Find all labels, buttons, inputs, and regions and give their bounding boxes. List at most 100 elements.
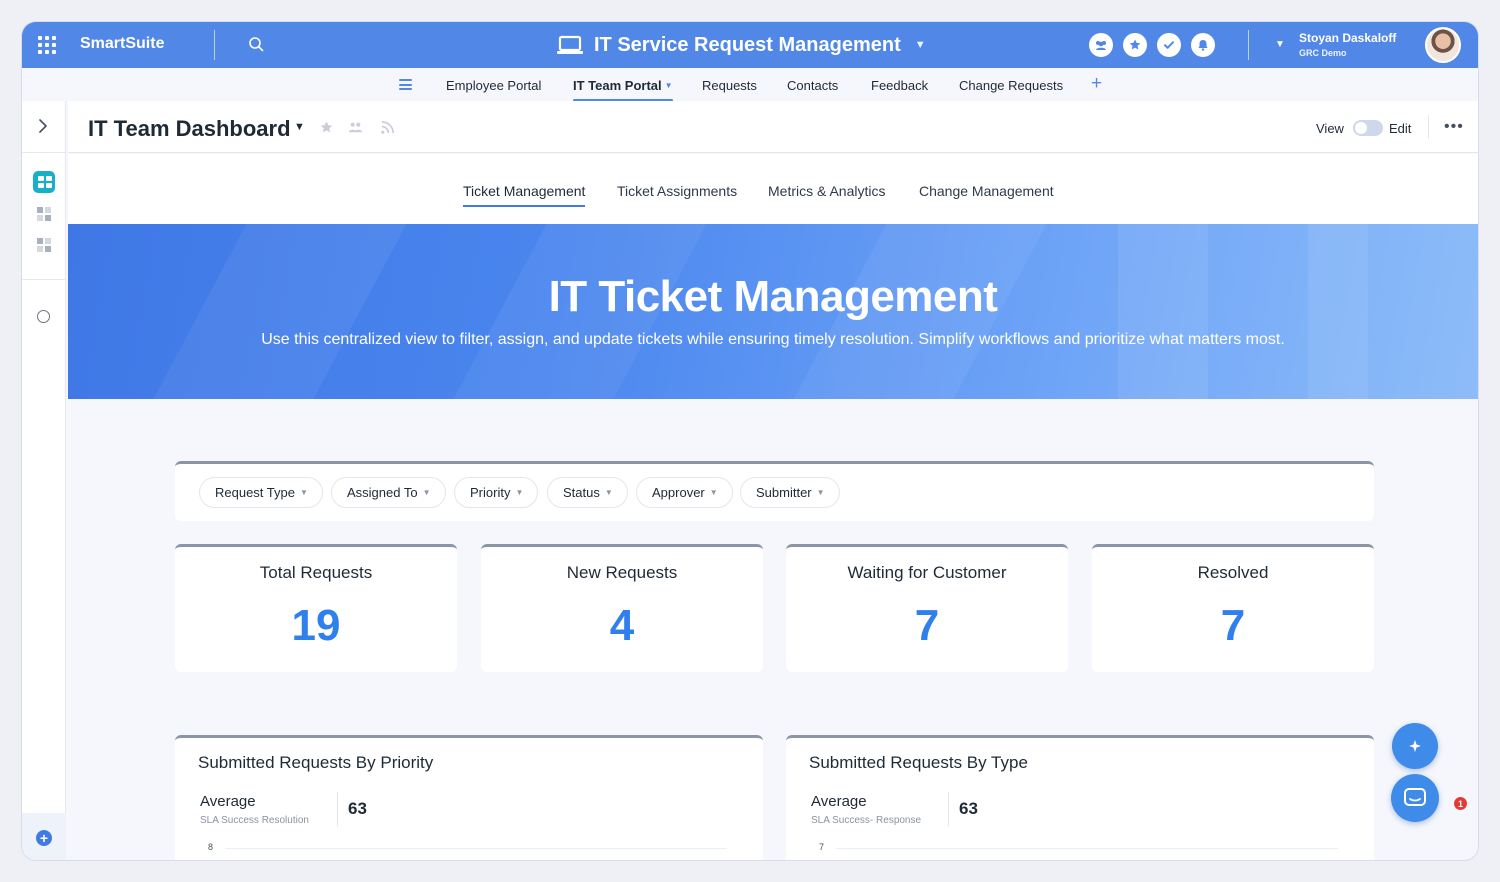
chart-gridline: [836, 848, 1338, 849]
average-label: Average: [811, 793, 867, 810]
tab-ticket-assignments[interactable]: Ticket Assignments: [617, 183, 737, 199]
search-icon[interactable]: [248, 36, 264, 52]
filter-approver[interactable]: Approver ▼: [636, 477, 733, 508]
stat-title: Resolved: [1197, 563, 1269, 582]
filter-status[interactable]: Status ▼: [547, 477, 628, 508]
page-title[interactable]: IT Team Dashboard: [88, 116, 291, 142]
tasks-check-icon[interactable]: [1157, 33, 1181, 57]
chart-card-by-type: Submitted Requests By Type Average SLA S…: [786, 735, 1374, 860]
app-window: SmartSuite IT Service Request Management…: [22, 22, 1478, 860]
chat-unread-badge: 1: [1453, 796, 1468, 811]
chevron-down-icon[interactable]: ▼: [915, 39, 926, 51]
chevron-down-icon: ▼: [515, 488, 524, 497]
brand-logo[interactable]: SmartSuite: [80, 35, 164, 53]
chart-gridline: [225, 848, 727, 849]
left-rail: +: [22, 101, 66, 860]
nav-change-requests[interactable]: Change Requests: [959, 78, 1063, 93]
stat-card-total-requests[interactable]: Total Requests 19: [175, 544, 457, 672]
average-value: 63: [959, 799, 978, 818]
nav-requests[interactable]: Requests: [702, 78, 757, 93]
favorites-icon[interactable]: [1123, 33, 1147, 57]
dashboard-icon[interactable]: [33, 171, 55, 193]
stat-card-new-requests[interactable]: New Requests 4: [481, 544, 763, 672]
user-menu-chevron-icon[interactable]: ▼: [1275, 39, 1285, 50]
banner-title: IT Ticket Management: [548, 272, 998, 321]
solution-nav: Employee Portal IT Team Portal ▼ Requests…: [22, 68, 1478, 102]
stat-value: 7: [1220, 601, 1246, 650]
star-icon[interactable]: [319, 120, 334, 135]
chart-title: Submitted Requests By Type: [809, 753, 1028, 772]
stat-value: 7: [914, 601, 940, 650]
members-icon[interactable]: [1089, 33, 1113, 57]
chevron-right-icon[interactable]: [38, 119, 48, 133]
tab-metrics-analytics[interactable]: Metrics & Analytics: [768, 183, 885, 199]
stat-title: Total Requests: [259, 563, 373, 582]
top-bar: SmartSuite IT Service Request Management…: [22, 22, 1478, 68]
average-label: Average: [200, 793, 256, 810]
chevron-down-icon: ▼: [664, 81, 673, 90]
nav-employee-portal[interactable]: Employee Portal: [446, 78, 541, 93]
average-metric-name: SLA Success Resolution: [200, 815, 309, 826]
filter-priority[interactable]: Priority ▼: [454, 477, 539, 508]
dashboard-page-icon[interactable]: [37, 207, 51, 221]
filter-label: Submitter: [756, 485, 812, 500]
notifications-bell-icon[interactable]: [1191, 33, 1215, 57]
workspace-name[interactable]: GRC Demo: [1299, 48, 1347, 58]
stat-title: Waiting for Customer: [847, 563, 1007, 582]
divider: [22, 279, 66, 280]
chevron-down-icon: ▼: [709, 488, 718, 497]
divider: [1248, 30, 1249, 60]
laptop-icon: [557, 35, 583, 54]
solution-title-text: IT Service Request Management: [594, 33, 901, 56]
stat-title: New Requests: [566, 563, 678, 582]
solution-title[interactable]: IT Service Request Management ▼: [556, 32, 926, 58]
more-options-icon[interactable]: •••: [1444, 118, 1464, 136]
tab-ticket-management[interactable]: Ticket Management: [463, 183, 586, 207]
dashboard-header: IT Team Dashboard ▼ View Edit •••: [68, 101, 1478, 153]
nav-it-team-portal-label: IT Team Portal: [573, 78, 662, 93]
stat-value: 19: [291, 601, 341, 650]
ai-assistant-button[interactable]: [1392, 723, 1438, 769]
hamburger-menu-icon[interactable]: [399, 79, 412, 90]
rail-footer: +: [22, 813, 66, 860]
nav-it-team-portal[interactable]: IT Team Portal ▼: [573, 78, 673, 102]
stat-card-waiting-for-customer[interactable]: Waiting for Customer 7: [786, 544, 1068, 672]
nav-feedback[interactable]: Feedback: [871, 78, 928, 93]
divider: [214, 30, 215, 60]
add-plus-icon[interactable]: +: [36, 830, 52, 846]
filter-assigned-to[interactable]: Assigned To ▼: [331, 477, 446, 508]
app-grid-icon[interactable]: [38, 36, 56, 54]
chevron-down-icon[interactable]: ▼: [294, 121, 305, 133]
team-icon[interactable]: [348, 120, 363, 135]
dashboard-page-icon[interactable]: [37, 238, 51, 252]
chevron-down-icon: ▼: [816, 488, 825, 497]
filter-label: Assigned To: [347, 485, 418, 500]
dashboard-tabs: Ticket Management Ticket Assignments Met…: [68, 154, 1478, 224]
nav-contacts[interactable]: Contacts: [787, 78, 838, 93]
hero-banner: IT Ticket Management Use this centralize…: [68, 224, 1478, 399]
rss-feed-icon[interactable]: [380, 120, 395, 135]
view-edit-toggle[interactable]: [1353, 120, 1383, 136]
tab-change-management[interactable]: Change Management: [919, 183, 1054, 199]
filter-label: Request Type: [215, 485, 295, 500]
divider: [948, 792, 949, 826]
banner-subtitle: Use this centralized view to filter, ass…: [261, 331, 1285, 348]
sparkle-icon: [1409, 740, 1421, 752]
filter-submitter[interactable]: Submitter ▼: [740, 477, 840, 508]
stat-value: 4: [609, 601, 635, 650]
user-name[interactable]: Stoyan Daskaloff: [1299, 31, 1396, 45]
chevron-down-icon: ▼: [422, 488, 431, 497]
user-avatar[interactable]: [1425, 27, 1461, 63]
main-content: IT Team Dashboard ▼ View Edit ••• Ticket…: [68, 101, 1478, 860]
chat-support-button[interactable]: [1391, 774, 1439, 822]
filter-label: Priority: [470, 485, 511, 500]
filter-request-type[interactable]: Request Type ▼: [199, 477, 323, 508]
divider: [337, 792, 338, 826]
edit-mode-label: Edit: [1389, 121, 1412, 136]
user-circle-icon[interactable]: [37, 310, 50, 323]
add-table-plus-icon[interactable]: +: [1091, 73, 1102, 95]
divider: [22, 152, 66, 153]
chat-bubble-icon: [1404, 788, 1426, 806]
filter-label: Approver: [652, 485, 705, 500]
stat-card-resolved[interactable]: Resolved 7: [1092, 544, 1374, 672]
